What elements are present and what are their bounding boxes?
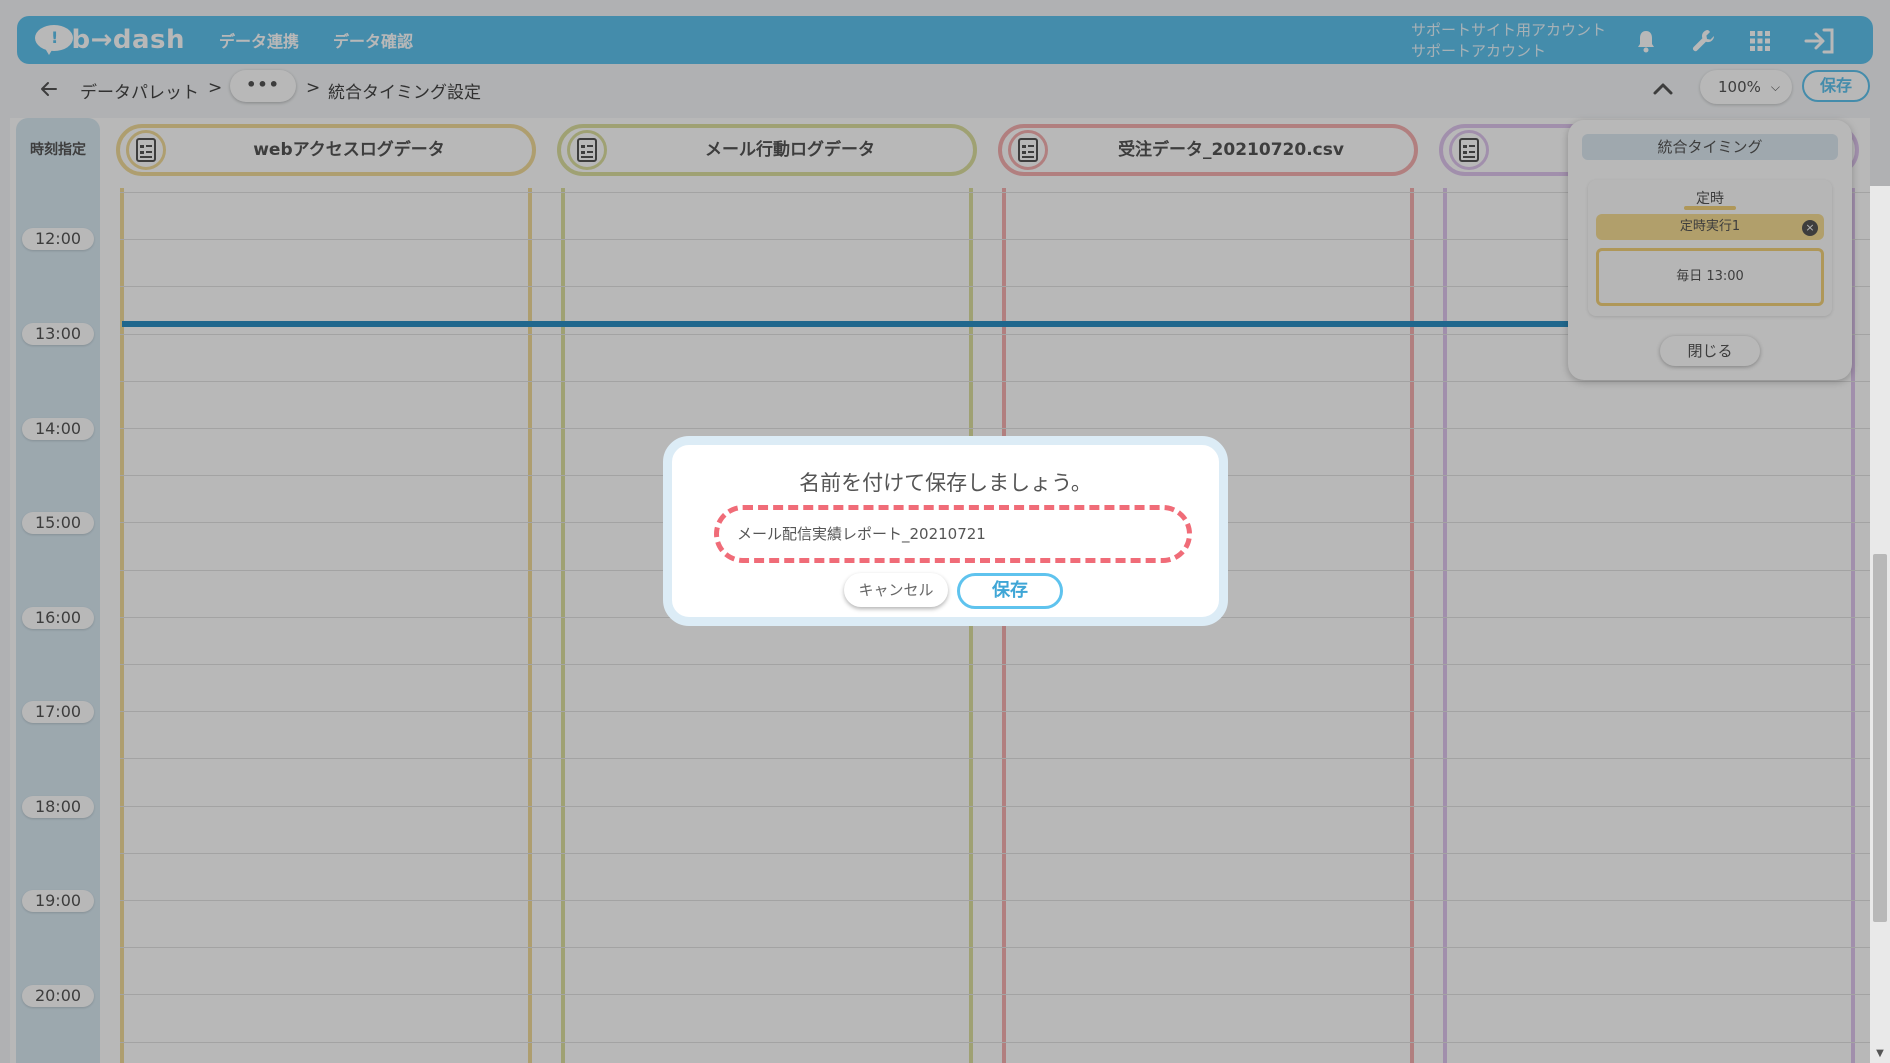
scroll-down-arrow-icon[interactable]: ▼ [1874, 1049, 1886, 1059]
dialog-title: 名前を付けて保存しましょう。 [799, 471, 1092, 495]
timing-chip-label: 定時実行1 [1679, 219, 1741, 234]
save-dialog: 名前を付けて保存しましょう。 キャンセル 保存 [663, 436, 1228, 626]
timing-schedule[interactable]: 毎日 13:00 [1596, 248, 1824, 306]
report-name-input[interactable] [737, 518, 1167, 548]
timing-chip[interactable]: 定時実行1 × [1596, 214, 1824, 240]
timing-panel: 統合タイミング 定時 定時実行1 × 毎日 13:00 閉じる [1568, 120, 1852, 380]
vertical-scrollbar[interactable]: ▼ [1870, 186, 1890, 1063]
scrollbar-thumb[interactable] [1873, 554, 1887, 922]
panel-close-button[interactable]: 閉じる [1660, 336, 1760, 366]
timing-panel-title: 統合タイミング [1582, 134, 1838, 160]
timing-card: 定時 定時実行1 × 毎日 13:00 [1588, 180, 1832, 316]
close-icon[interactable]: × [1802, 220, 1818, 236]
timing-type-underline [1684, 206, 1736, 210]
name-input-highlight [714, 505, 1192, 563]
save-button[interactable]: 保存 [957, 573, 1063, 609]
cancel-button[interactable]: キャンセル [844, 573, 948, 607]
timing-type-label: 定時 [1696, 191, 1724, 207]
